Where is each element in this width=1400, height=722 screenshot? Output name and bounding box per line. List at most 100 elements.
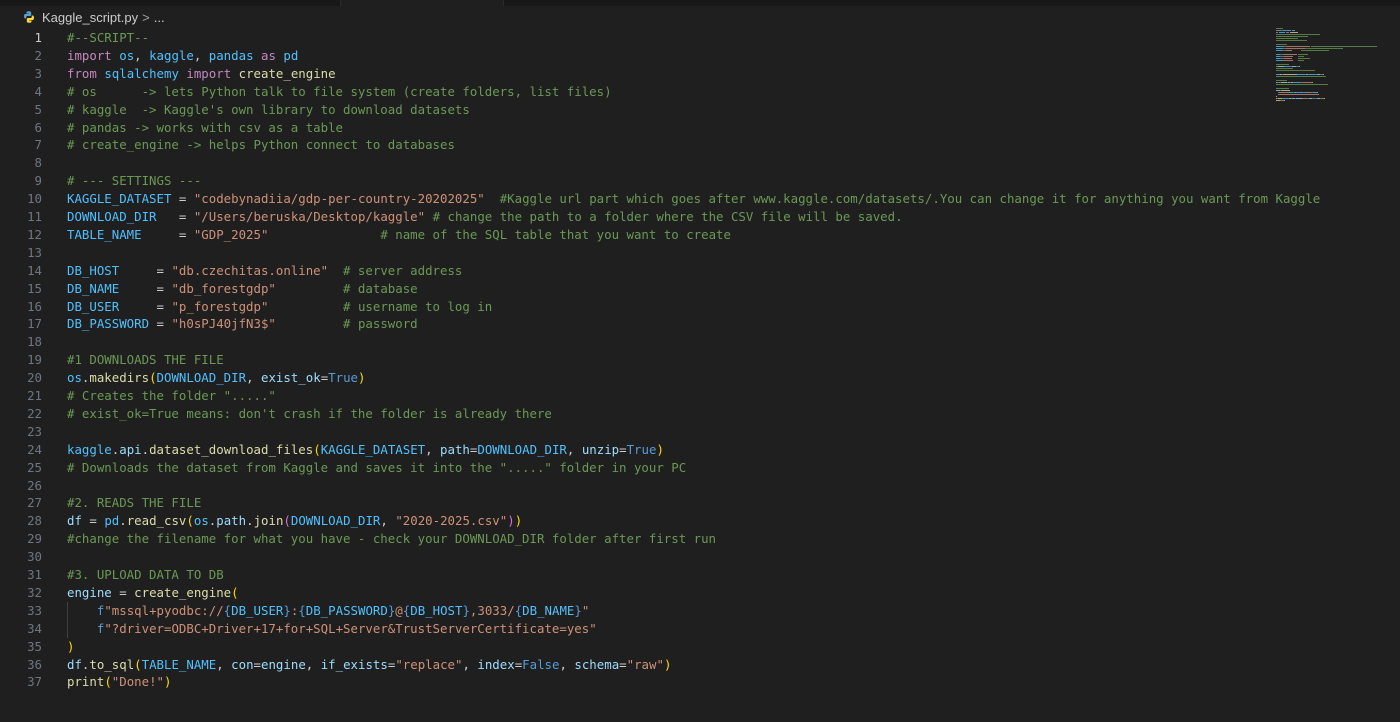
code-line[interactable]: 27 #2. READS THE FILE [0, 494, 1280, 512]
code-line[interactable]: 3 from sqlalchemy import create_engine [0, 65, 1280, 83]
code-token: DB_PASSWORD [305, 602, 388, 618]
code-line[interactable]: 20 os.makedirs(DOWNLOAD_DIR, exist_ok=Tru… [0, 369, 1280, 387]
code-token: "GDP_2025" [193, 226, 269, 242]
code-token: join [253, 513, 284, 529]
code-line[interactable]: 23 [0, 423, 1280, 441]
code-line[interactable]: 18 [0, 333, 1280, 351]
code-token: #2. READS THE FILE [67, 495, 202, 511]
code-token: { [298, 602, 306, 618]
code-token: df [67, 513, 82, 529]
code-line[interactable]: 14 DB_HOST = "db.czechitas.online" # serv… [0, 262, 1280, 280]
breadcrumb: Kaggle_script.py > ... [0, 6, 1400, 28]
minimap-token [1284, 60, 1293, 61]
code-token: # name of the SQL table that you want to… [380, 226, 731, 242]
minimap-token [1276, 96, 1277, 97]
code-token: makedirs [89, 370, 150, 386]
code-text: #change the filename for what you have -… [67, 530, 716, 548]
code-line[interactable]: 19 #1 DOWNLOADS THE FILE [0, 351, 1280, 369]
line-number: 23 [27, 423, 42, 439]
code-token: = [81, 513, 105, 529]
line-number: 26 [27, 477, 42, 493]
code-line[interactable]: 6 # pandas -> works with csv as a table [0, 119, 1280, 137]
code-line[interactable]: 37 print("Done!") [0, 673, 1280, 691]
code-line[interactable]: 22 # exist_ok=True means: don't crash if … [0, 405, 1280, 423]
code-line[interactable]: 35) [0, 638, 1280, 656]
code-line[interactable]: 28 df = pd.read_csv(os.path.join(DOWNLOAD… [0, 512, 1280, 530]
minimap-token [1302, 82, 1312, 83]
breadcrumb-file[interactable]: Kaggle_script.py [42, 10, 138, 25]
code-token: #3. UPLOAD DATA TO DB [67, 567, 224, 582]
code-line[interactable]: 29 #change the filename for what you have… [0, 530, 1280, 548]
code-token: DB_NAME [522, 602, 575, 618]
code-line[interactable]: 33 f"mssql+pyodbc://{DB_USER}:{DB_PASSWO… [0, 601, 1280, 620]
code-token: ) [67, 638, 75, 654]
minimap-token [1276, 46, 1285, 47]
line-number: 19 [27, 352, 42, 368]
code-token: , [425, 441, 441, 457]
minimap-token [1276, 30, 1280, 31]
code-line[interactable]: 4 # os -> lets Python talk to file system… [0, 83, 1280, 101]
code-line[interactable]: 21 # Creates the folder "....." [0, 387, 1280, 405]
code-line[interactable]: 12 TABLE_NAME = "GDP_2025" # name of the … [0, 226, 1280, 244]
code-token: TABLE_NAME [67, 226, 142, 242]
code-token: pandas [208, 47, 254, 63]
code-line[interactable]: 10 KAGGLE_DATASET = "codebynadiia/gdp-per… [0, 190, 1320, 208]
code-token: create_engine [134, 584, 232, 600]
code-token: = [149, 316, 172, 332]
line-number: 30 [27, 549, 42, 565]
minimap-token [1323, 74, 1324, 75]
code-token: } [462, 602, 470, 618]
line-number: 11 [27, 209, 42, 224]
minimap-token [1298, 54, 1308, 55]
code-line[interactable]: 31 #3. UPLOAD DATA TO DB [0, 566, 1280, 584]
breadcrumb-symbol-path[interactable]: ... [154, 10, 165, 25]
code-token: " [581, 602, 590, 618]
code-token: DOWNLOAD_DIR [67, 209, 157, 224]
code-text: import os, kaggle, pandas as pd [67, 47, 298, 65]
minimap-token [1276, 34, 1320, 35]
code-editor[interactable]: 1 #--SCRIPT-- 2 import os, kaggle, pandas a… [0, 28, 1320, 722]
code-line[interactable]: 13 [0, 244, 1280, 262]
code-line[interactable]: 25 # Downloads the dataset from Kaggle an… [0, 459, 1280, 477]
code-line[interactable]: 9 # --- SETTINGS --- [0, 172, 1280, 190]
minimap-token [1310, 46, 1377, 47]
code-line[interactable]: 16 DB_USER = "p_forestgdp" # username to … [0, 298, 1280, 316]
line-number: 21 [27, 388, 42, 403]
code-line[interactable]: 11 DOWNLOAD_DIR = "/Users/beruska/Desktop… [0, 208, 1280, 226]
code-line[interactable]: 26 [0, 477, 1280, 495]
code-text: KAGGLE_DATASET = "codebynadiia/gdp-per-c… [67, 190, 1320, 208]
code-token: , [216, 656, 232, 672]
code-token: . [141, 441, 150, 457]
code-text: # Downloads the dataset from Kaggle and … [67, 459, 686, 477]
code-line[interactable]: 24 kaggle.api.dataset_download_files(KAGG… [0, 441, 1280, 459]
code-token: # server address [343, 262, 463, 278]
line-number: 8 [34, 155, 42, 171]
code-line[interactable]: 8 [0, 154, 1280, 172]
code-line[interactable]: 5 # kaggle -> Kaggle's own library to dow… [0, 101, 1280, 119]
code-token: # password [343, 316, 418, 332]
minimap-token [1286, 46, 1310, 47]
code-line[interactable]: 15 DB_NAME = "db_forestgdp" # database [0, 280, 1280, 298]
code-line[interactable]: 17 DB_PASSWORD = "h0sPJ40jfN3$" # passwor… [0, 315, 1280, 333]
code-line[interactable]: 34 f"?driver=ODBC+Driver+17+for+SQL+Serv… [0, 619, 1280, 638]
code-token: KAGGLE_DATASET [67, 191, 172, 207]
minimap-token [1276, 38, 1299, 39]
code-token: #change the filename for what you have -… [67, 531, 717, 547]
minimap[interactable] [1276, 28, 1390, 108]
code-line[interactable]: 2 import os, kaggle, pandas as pd [0, 47, 1280, 65]
vertical-scrollbar[interactable] [1388, 28, 1400, 722]
code-line[interactable]: 1 #--SCRIPT-- [0, 29, 1280, 47]
code-line[interactable]: 30 [0, 548, 1280, 566]
code-token: "raw" [626, 656, 664, 672]
line-number: 28 [27, 513, 42, 529]
code-line[interactable]: 36 df.to_sql(TABLE_NAME, con=engine, if_e… [0, 656, 1280, 674]
code-line[interactable]: 32 engine = create_engine( [0, 584, 1280, 602]
code-token: DB_PASSWORD [67, 316, 150, 332]
code-token: ( [283, 513, 291, 529]
code-token: ( [313, 441, 321, 457]
line-number: 25 [27, 459, 42, 475]
code-token: "db_forestgdp" [171, 280, 276, 296]
code-line[interactable]: 7 # create_engine -> helps Python connect… [0, 136, 1280, 154]
